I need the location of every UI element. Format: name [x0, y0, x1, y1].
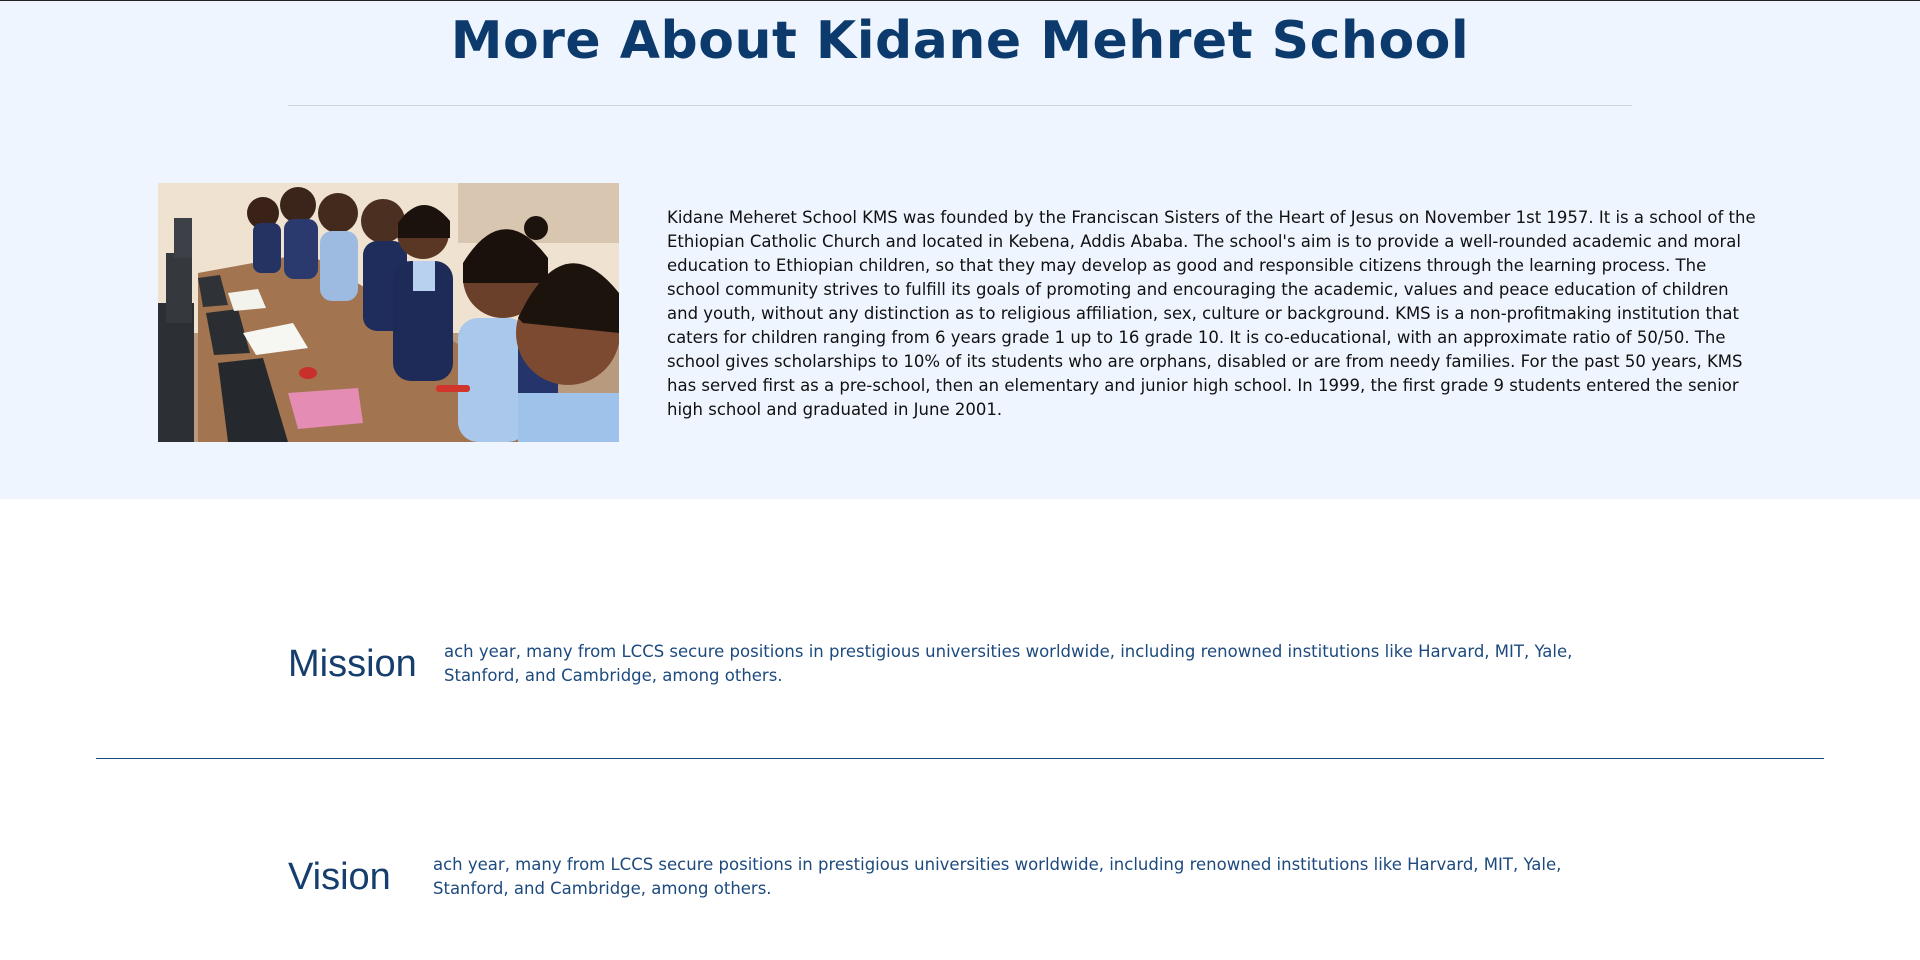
mission-text: ach year, many from LCCS secure position…: [444, 642, 1573, 685]
title-divider: [288, 105, 1632, 106]
vision-text: ach year, many from LCCS secure position…: [433, 855, 1562, 898]
mission-heading: Mission: [288, 643, 417, 685]
about-description: Kidane Meheret School KMS was founded by…: [667, 208, 1756, 419]
vision-heading: Vision: [288, 856, 391, 898]
vision-block: Vision ach year, many from LCCS secure p…: [288, 853, 1588, 901]
classroom-photo: [158, 183, 619, 442]
about-section: More About Kidane Mehret School Kidane M…: [0, 1, 1920, 499]
mission-block: Mission ach year, many from LCCS secure …: [288, 640, 1588, 688]
section-divider: [96, 758, 1824, 759]
page-title: More About Kidane Mehret School: [450, 11, 1470, 71]
